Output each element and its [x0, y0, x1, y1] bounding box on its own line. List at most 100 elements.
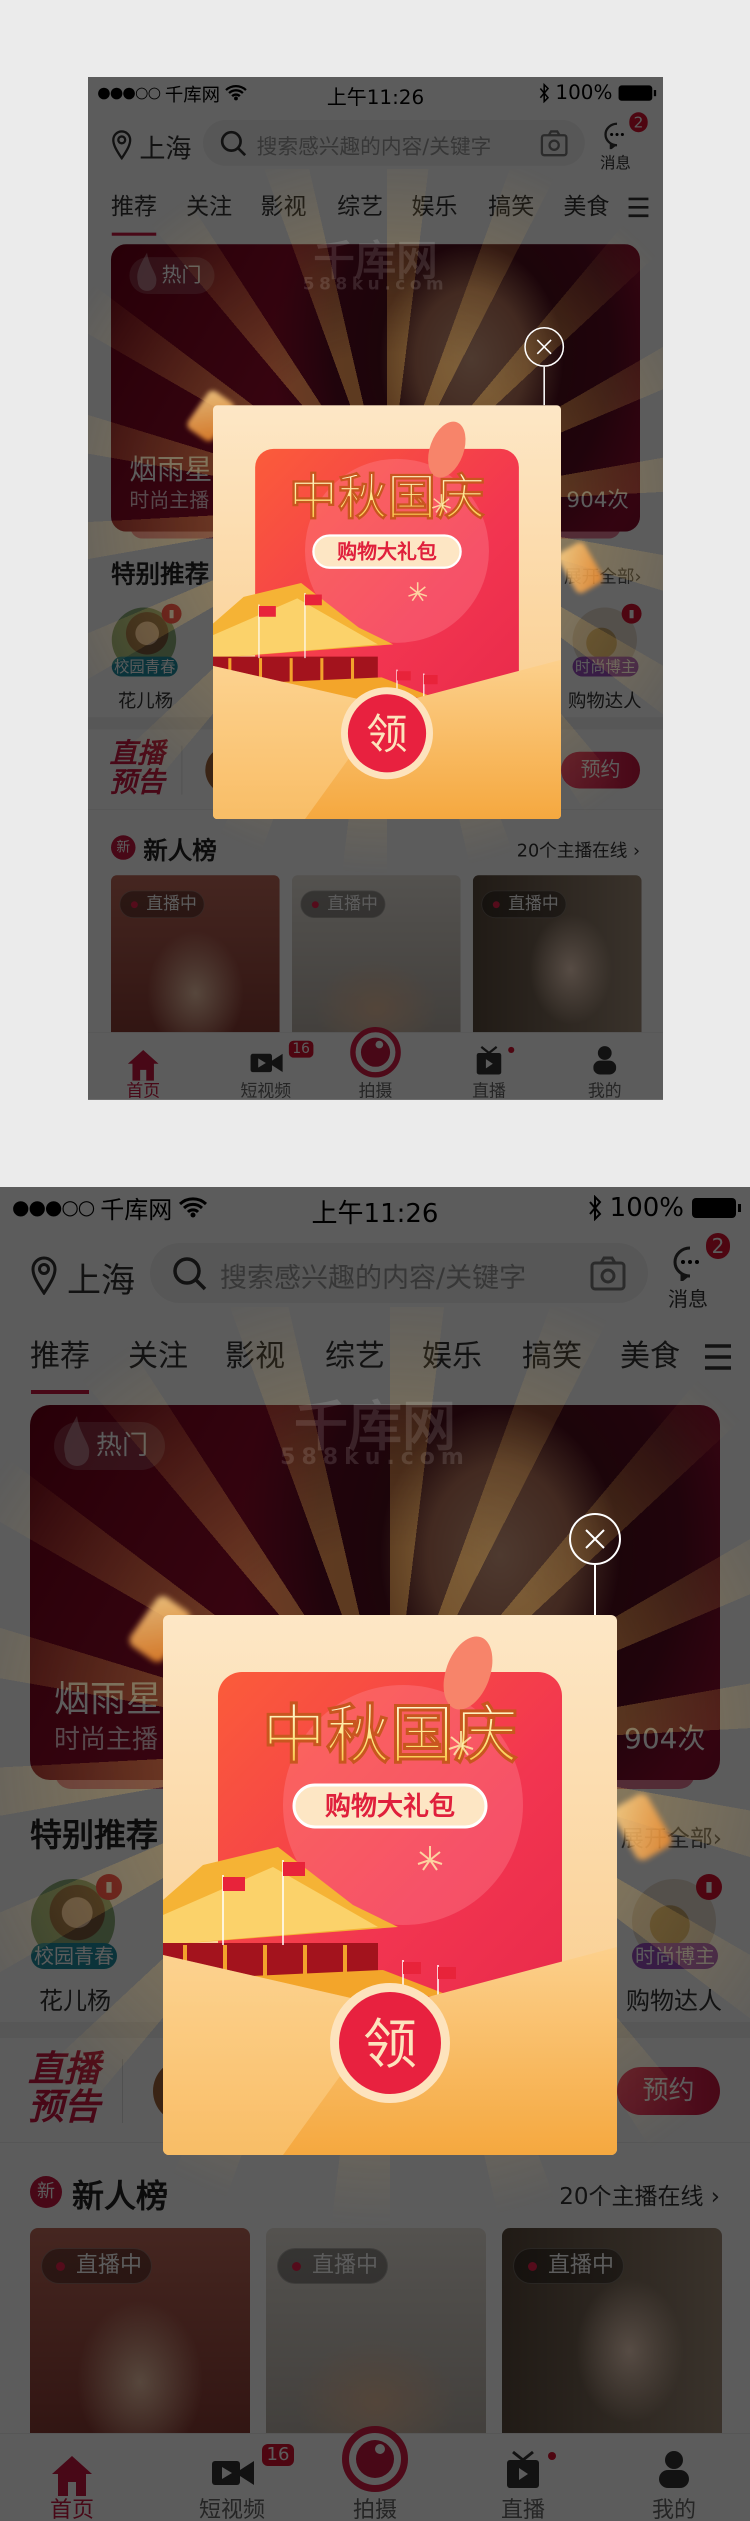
live-preview-label: 直播 预告 [109, 739, 164, 797]
live-status-badge: 直播中 [41, 2248, 152, 2284]
tab-variety[interactable]: 综艺 [325, 1337, 385, 1377]
chevron-right-icon: › [634, 566, 642, 587]
claim-label[interactable]: 领 [363, 2013, 417, 2076]
city-selector[interactable]: 上海 [139, 128, 191, 166]
live-preview-label: 直播 预告 [28, 2051, 100, 2127]
stats-badge-icon: ▮ [621, 603, 642, 624]
close-button[interactable] [524, 326, 565, 367]
popup-illustration: 中秋国庆 购物大礼包 领 [163, 1615, 617, 2155]
anchor-tag: 校园青春 [111, 656, 178, 677]
video-badge: 16 [288, 1040, 314, 1058]
tab-food[interactable]: 美食 [563, 192, 609, 223]
live-dot-icon [548, 2452, 556, 2460]
tab-film[interactable]: 影视 [261, 192, 307, 223]
tab-follow[interactable]: 关注 [128, 1337, 188, 1377]
message-label: 消息 [668, 1287, 708, 1311]
search-placeholder: 搜索感兴趣的内容/关键字 [220, 1263, 527, 1294]
menu-icon[interactable] [705, 1343, 731, 1371]
tab-recommend[interactable]: 推荐 [30, 1337, 90, 1377]
location-pin-icon[interactable] [111, 129, 132, 160]
flame-icon [137, 252, 157, 291]
camera-icon[interactable] [590, 1255, 626, 1291]
banner-view-count: 904次 [566, 487, 629, 513]
chevron-right-icon: › [712, 1826, 722, 1852]
user-icon [593, 1046, 617, 1075]
tab-short-video-label: 短视频 [198, 2498, 265, 2521]
camera-icon[interactable] [540, 129, 568, 157]
banner-subtitle: 时尚主播 [54, 1725, 159, 1755]
live-card[interactable]: 直播中 [266, 2228, 486, 2433]
banner-title: 烟雨星 [129, 454, 213, 486]
online-count-link[interactable]: 20个主播在线 › [517, 836, 640, 862]
popup-illustration: 中秋国庆 购物大礼包 领 [212, 405, 562, 820]
tab-follow[interactable]: 关注 [186, 192, 232, 223]
message-badge: 2 [706, 1233, 730, 1259]
capture-icon [350, 1026, 401, 1078]
expand-all-link[interactable]: 展开全部› [621, 1819, 722, 1853]
bluetooth-icon [539, 83, 549, 104]
tab-film[interactable]: 影视 [225, 1337, 285, 1377]
tab-entertainment[interactable]: 娱乐 [412, 192, 458, 223]
live-card[interactable]: 直播中 [291, 875, 461, 1033]
anchor-name: 花儿杨 [39, 1987, 111, 2015]
online-count-label: 20个主播在线 [516, 841, 628, 862]
bluetooth-icon [588, 1195, 602, 1221]
tab-food[interactable]: 美食 [620, 1337, 680, 1377]
location-pin-icon[interactable] [30, 1255, 58, 1295]
close-button[interactable] [569, 1513, 621, 1565]
tab-capture-label: 拍摄 [352, 2498, 397, 2521]
hot-tag-label: 热门 [96, 1431, 149, 1461]
popup-title: 中秋国庆 [289, 468, 485, 526]
tv-icon [476, 1045, 502, 1075]
menu-icon[interactable] [628, 197, 649, 218]
anchor-tag: 时尚博主 [572, 656, 639, 677]
banner-title: 烟雨星 [54, 1679, 163, 1720]
messages-button[interactable]: 2 消息 [668, 1233, 738, 1311]
stats-badge-icon: ▮ [161, 603, 182, 624]
anchor-name: 购物达人 [626, 1987, 722, 2015]
anchor-item[interactable]: ▮ 时尚博主 购物达人 [568, 603, 642, 712]
chevron-right-icon: › [710, 2184, 720, 2210]
tab-mine-label: 我的 [587, 1082, 622, 1100]
tab-comedy[interactable]: 搞笑 [488, 192, 534, 223]
tab-comedy[interactable]: 搞笑 [522, 1337, 582, 1377]
expand-all-label: 展开全部 [620, 1826, 713, 1852]
live-preview-line2: 预告 [109, 767, 165, 799]
live-card[interactable]: 直播中 [111, 875, 280, 1033]
phone-screen: ●●●○○ 千库网 上午11:26 100% 上海 搜索感兴趣的内容/关键字 2… [0, 1187, 750, 2521]
live-dot-icon [508, 1046, 515, 1054]
reserve-button[interactable]: 预约 [561, 751, 641, 789]
message-label: 消息 [600, 153, 631, 173]
claim-label[interactable]: 领 [366, 711, 407, 759]
anchor-name: 购物达人 [567, 690, 642, 712]
featured-title: 特别推荐 [30, 1816, 159, 1854]
reserve-button[interactable]: 预约 [617, 2067, 720, 2115]
city-selector[interactable]: 上海 [67, 1253, 135, 1302]
flame-icon [64, 1416, 90, 1466]
tab-entertainment[interactable]: 娱乐 [422, 1337, 482, 1377]
anchor-item[interactable]: ▮ 校园青春 花儿杨 [31, 1874, 122, 2015]
festival-gift-popup[interactable]: 中秋国庆 购物大礼包 领 [212, 405, 562, 820]
search-input[interactable]: 搜索感兴趣的内容/关键字 [150, 1243, 648, 1303]
search-input[interactable]: 搜索感兴趣的内容/关键字 [203, 119, 585, 166]
live-card[interactable]: 直播中 [502, 2228, 722, 2433]
tab-recommend[interactable]: 推荐 [111, 192, 157, 223]
new-badge-icon: 新 [30, 2176, 62, 2208]
message-badge: 2 [629, 112, 648, 133]
live-card[interactable]: 直播中 [30, 2228, 250, 2433]
messages-button[interactable]: 2 消息 [600, 112, 654, 173]
tab-variety[interactable]: 综艺 [337, 192, 383, 223]
banner-view-count: 904次 [624, 1722, 706, 1755]
festival-gift-popup[interactable]: 中秋国庆 购物大礼包 领 [163, 1615, 617, 2155]
new-badge-icon: 新 [111, 835, 136, 860]
anchor-item[interactable]: ▮ 时尚博主 购物达人 [626, 1874, 722, 2015]
tv-icon [507, 2450, 539, 2488]
anchor-item[interactable]: ▮ 校园青春 花儿杨 [111, 603, 182, 712]
new-list-title: 新人榜 [72, 2177, 169, 2215]
online-count-link[interactable]: 20个主播在线 › [559, 2177, 720, 2211]
anchor-tag: 校园青春 [31, 1943, 117, 1969]
status-bar: ●●●○○ 千库网 上午11:26 100% [0, 1187, 750, 1229]
battery-percent: 100% [609, 1193, 684, 1223]
live-card[interactable]: 直播中 [472, 875, 642, 1033]
expand-all-link[interactable]: 展开全部› [564, 562, 642, 588]
